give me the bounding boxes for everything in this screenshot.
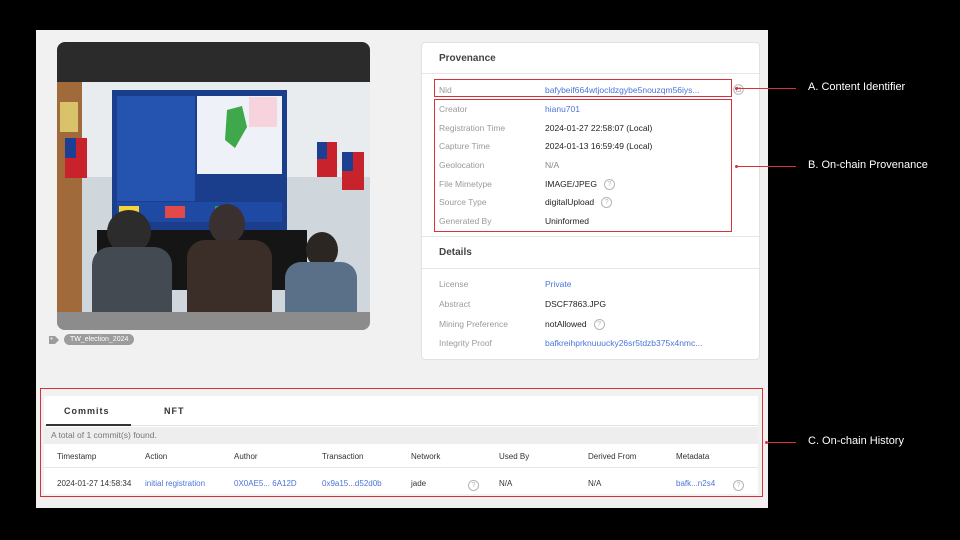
annotation-box-b <box>434 99 732 232</box>
annotation-dot-c <box>765 441 768 444</box>
annotation-dot-a <box>735 87 738 90</box>
asset-photo-card <box>57 42 370 330</box>
divider <box>422 268 759 269</box>
mining-preference-value: notAllowed <box>545 319 587 329</box>
integrity-proof-row: Integrity Proof bafkreihprknuuucky26sr5t… <box>439 335 749 351</box>
annotation-dot-b <box>735 165 738 168</box>
integrity-proof-key: Integrity Proof <box>439 338 492 348</box>
license-key: License <box>439 279 469 289</box>
license-row: License Private <box>439 276 749 292</box>
mining-preference-row: Mining Preference notAllowed ? <box>439 316 749 332</box>
integrity-proof-link[interactable]: bafkreihprknuuucky26sr5tdzb375x4nmc... <box>545 338 702 348</box>
annotation-box-a <box>434 79 732 97</box>
annotation-connector-c <box>766 442 796 443</box>
annotation-connector-b <box>736 166 796 167</box>
annotation-connector-a <box>736 88 796 89</box>
divider <box>422 236 759 237</box>
photo-tag[interactable]: TW_election_2024 <box>48 334 135 345</box>
annotation-label-a: A. Content Identifier <box>808 81 906 93</box>
annotation-label-b: B. On-chain Provenance <box>808 159 928 171</box>
tag-label: TW_election_2024 <box>64 334 135 345</box>
mining-preference-key: Mining Preference <box>439 319 508 329</box>
provenance-title: Provenance <box>439 53 496 64</box>
annotation-label-c: C. On-chain History <box>808 435 904 447</box>
annotation-box-c <box>40 388 763 497</box>
details-title: Details <box>439 247 472 258</box>
abstract-value: DSCF7863.JPG <box>545 299 606 309</box>
abstract-row: Abstract DSCF7863.JPG <box>439 296 749 312</box>
license-link[interactable]: Private <box>545 279 571 289</box>
tag-icon <box>49 335 59 344</box>
asset-photo <box>57 82 370 330</box>
help-icon[interactable]: ? <box>593 318 605 330</box>
abstract-key: Abstract <box>439 299 471 309</box>
divider <box>422 73 759 74</box>
